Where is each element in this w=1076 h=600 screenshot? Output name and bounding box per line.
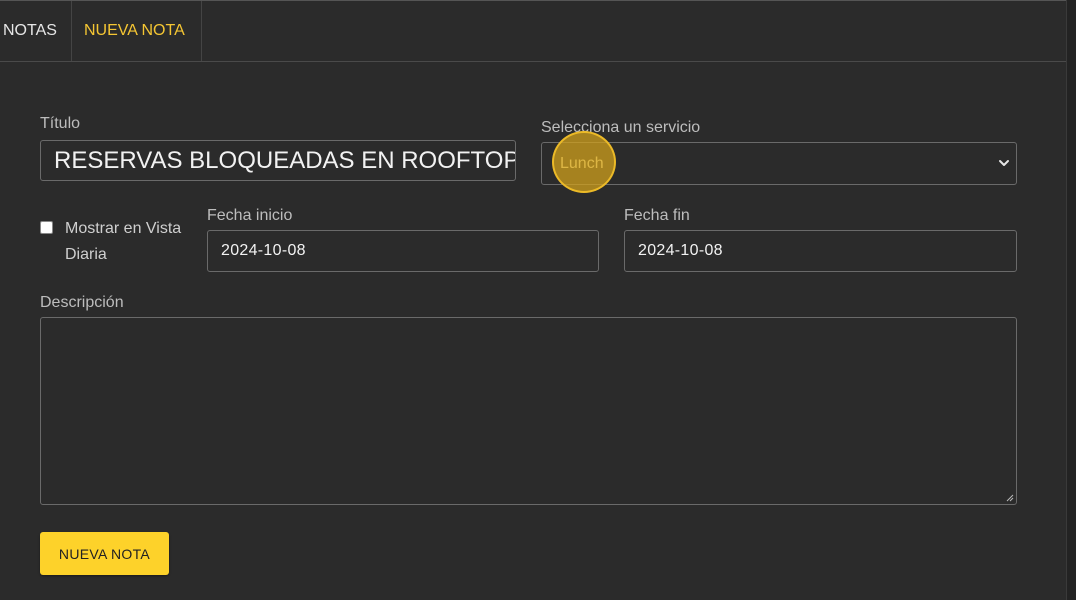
show-daily-checkbox[interactable]: [40, 221, 53, 234]
end-date-input[interactable]: 2024-10-08: [624, 230, 1017, 272]
end-date-label: Fecha fin: [624, 207, 690, 224]
start-date-input[interactable]: 2024-10-08: [207, 230, 599, 272]
service-label: Selecciona un servicio: [541, 119, 701, 136]
resize-grip-icon[interactable]: [1006, 494, 1014, 502]
description-label: Descripción: [40, 294, 124, 311]
app-window: NOTAS NUEVA NOTA Título RESERVAS BLOQUEA…: [0, 0, 1076, 600]
tab-nueva-nota[interactable]: NUEVA NOTA: [72, 1, 202, 61]
scrollbar-track[interactable]: [1066, 0, 1076, 600]
service-select[interactable]: Lunch: [541, 142, 1017, 185]
service-select-value: Lunch: [560, 154, 604, 172]
show-daily-label: Mostrar en Vista Diaria: [65, 220, 182, 263]
tab-bar: NOTAS NUEVA NOTA: [0, 1, 1067, 62]
chevron-down-icon: [999, 160, 1009, 166]
tab-notas[interactable]: NOTAS: [0, 1, 72, 61]
title-label: Título: [40, 115, 81, 132]
start-date-label: Fecha inicio: [207, 207, 293, 224]
title-input[interactable]: RESERVAS BLOQUEADAS EN ROOFTOP: [40, 140, 516, 181]
description-textarea[interactable]: [40, 317, 1017, 505]
nueva-nota-button[interactable]: NUEVA NOTA: [40, 532, 169, 575]
